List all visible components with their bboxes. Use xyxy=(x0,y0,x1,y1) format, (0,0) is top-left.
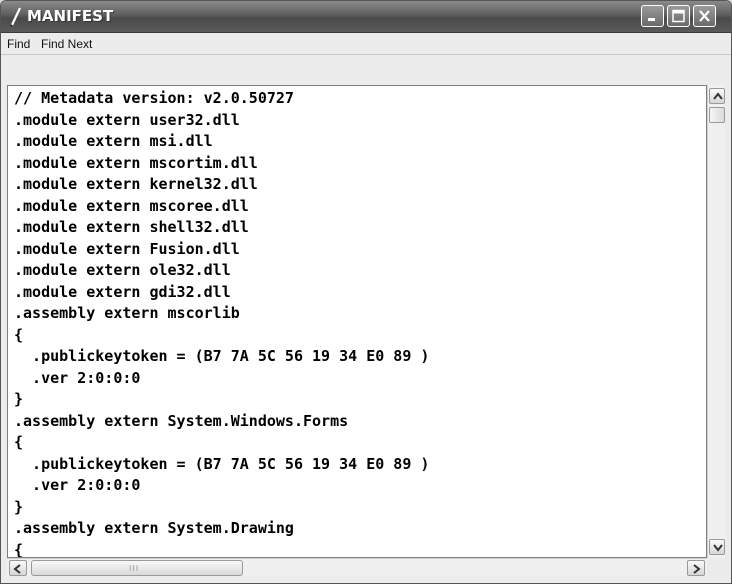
code-line: .module extern gdi32.dll xyxy=(14,282,231,301)
chevron-left-icon xyxy=(13,564,21,574)
code-line: { xyxy=(14,540,24,558)
scrollbar-corner xyxy=(707,558,725,576)
chevron-down-icon xyxy=(713,544,723,552)
horizontal-scrollbar[interactable]: III xyxy=(7,558,707,576)
manifest-text: // Metadata version: v2.0.50727 .module e… xyxy=(14,88,430,558)
code-line: .module extern ole32.dll xyxy=(14,261,231,279)
maximize-icon xyxy=(672,9,685,23)
code-line: } xyxy=(14,390,24,408)
code-line: .ver 2:0:0:0 xyxy=(14,476,141,494)
vertical-scrollbar[interactable] xyxy=(707,85,725,558)
horizontal-scroll-thumb[interactable]: III xyxy=(31,560,243,576)
scroll-down-button[interactable] xyxy=(709,539,725,555)
code-line: .assembly extern System.Drawing xyxy=(14,519,294,537)
chevron-right-icon xyxy=(693,564,701,574)
close-icon xyxy=(699,10,710,22)
code-line: } xyxy=(14,497,24,516)
vertical-scroll-thumb[interactable] xyxy=(709,107,725,123)
scroll-grip: III xyxy=(129,564,140,573)
scroll-up-button[interactable] xyxy=(709,88,725,104)
menu-find[interactable]: Find xyxy=(7,37,30,51)
code-line: .module extern user32.dll xyxy=(14,110,240,129)
code-line: .module extern shell32.dll xyxy=(14,218,249,236)
code-line: { xyxy=(14,325,24,344)
scroll-right-button[interactable] xyxy=(687,560,705,576)
code-line: // Metadata version: v2.0.50727 xyxy=(14,89,294,107)
code-line: .module extern kernel32.dll xyxy=(14,175,258,193)
close-button[interactable] xyxy=(693,5,716,27)
minimize-icon xyxy=(648,18,655,21)
chevron-up-icon xyxy=(713,92,723,100)
code-line: .assembly extern System.Windows.Forms xyxy=(14,411,349,430)
code-line: .module extern msi.dll xyxy=(14,132,213,150)
code-line: { xyxy=(14,433,24,451)
code-line: .publickeytoken = (B7 7A 5C 56 19 34 E0 … xyxy=(14,454,430,473)
code-line: .module extern mscortim.dll xyxy=(14,153,258,172)
code-line: .publickeytoken = (B7 7A 5C 56 19 34 E0 … xyxy=(14,347,430,365)
code-line: .module extern Fusion.dll xyxy=(14,239,240,258)
code-line: .ver 2:0:0:0 xyxy=(14,368,141,387)
code-line: .assembly extern mscorlib xyxy=(14,304,240,322)
text-editor[interactable]: // Metadata version: v2.0.50727 .module e… xyxy=(7,85,707,558)
menu-bar: Find Find Next xyxy=(1,33,731,55)
title-bar[interactable]: MANIFEST xyxy=(1,1,731,33)
window-title: MANIFEST xyxy=(27,7,114,25)
minimize-button[interactable] xyxy=(641,5,664,27)
maximize-button[interactable] xyxy=(667,5,690,27)
notepad-icon xyxy=(9,7,23,27)
code-line: .module extern mscoree.dll xyxy=(14,196,249,215)
menu-find-next[interactable]: Find Next xyxy=(41,37,92,51)
manifest-window: MANIFEST Find Find Next // Metadata vers… xyxy=(0,0,732,584)
scroll-left-button[interactable] xyxy=(9,560,27,576)
